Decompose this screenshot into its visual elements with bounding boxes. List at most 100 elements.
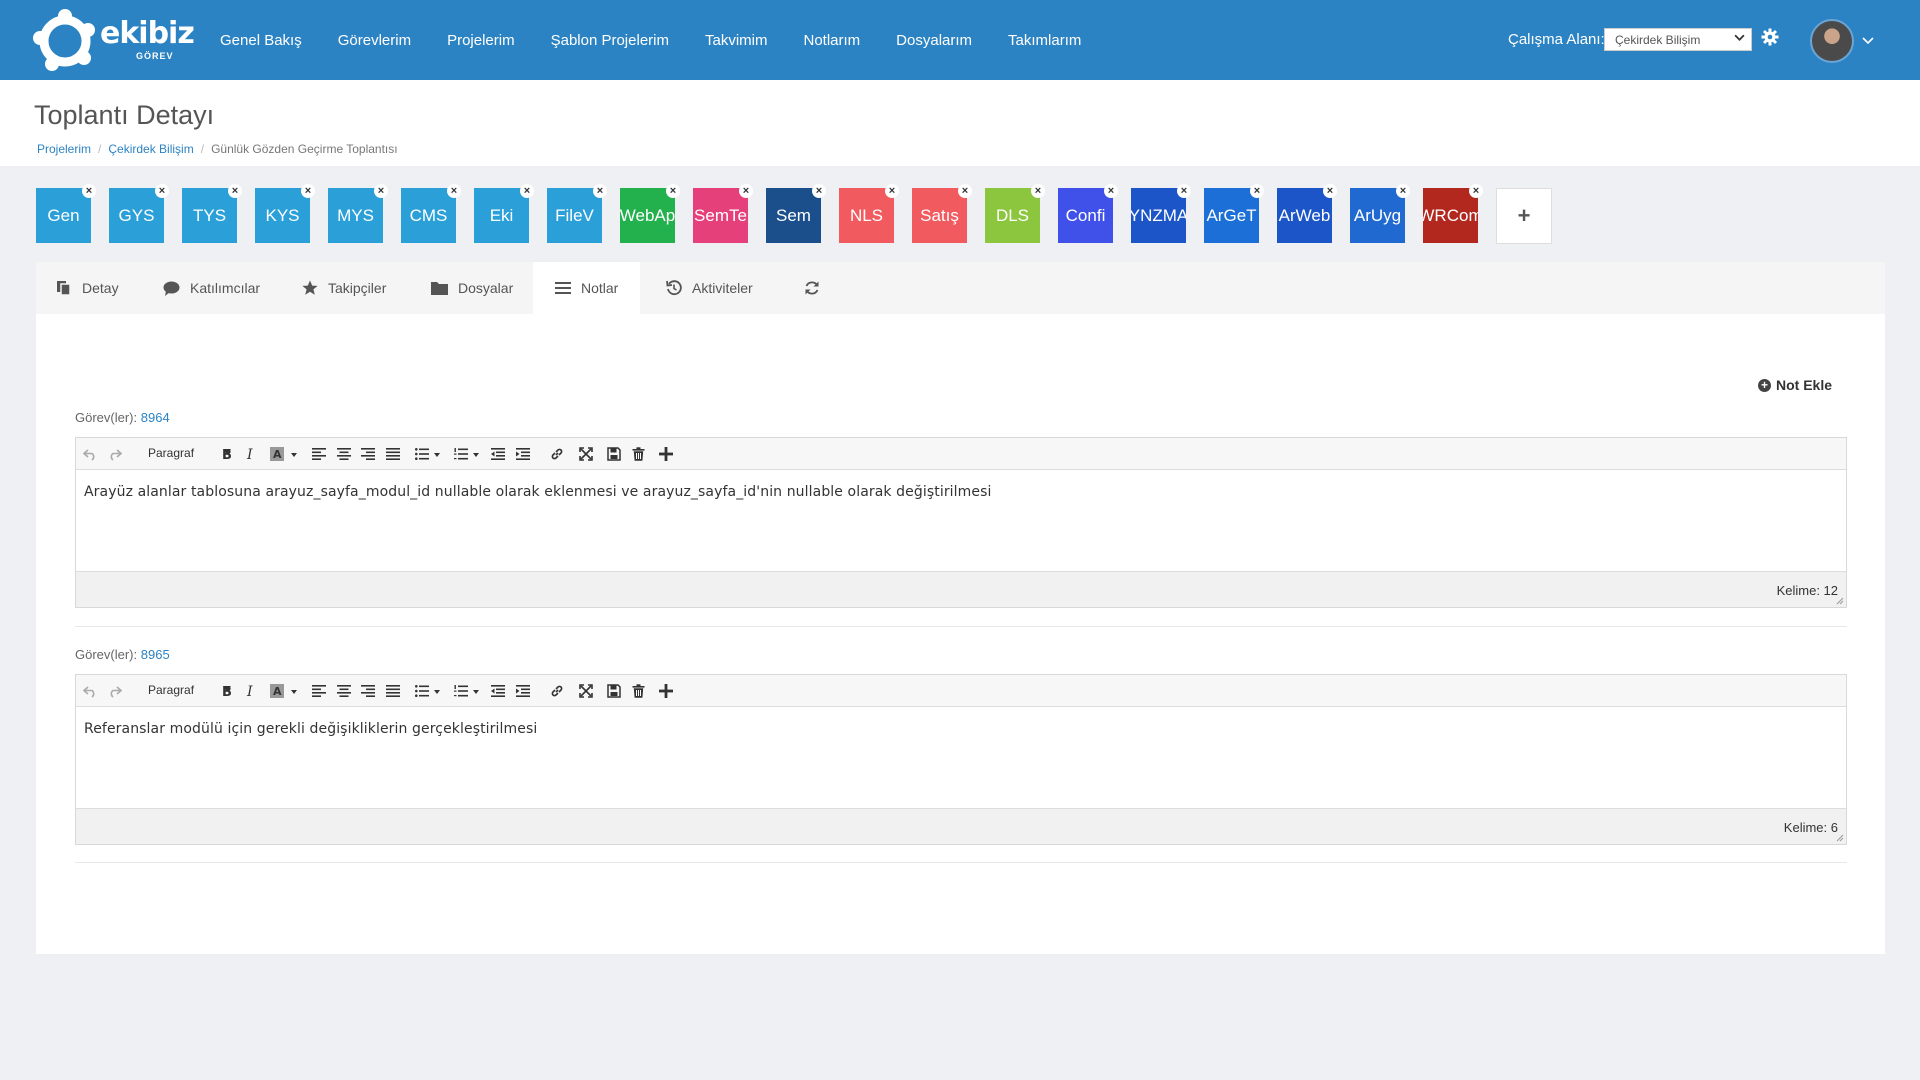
chevron-down-icon[interactable] bbox=[434, 453, 440, 457]
project-tile[interactable]: MYS bbox=[328, 188, 383, 243]
italic-icon[interactable]: I bbox=[242, 445, 260, 463]
brand-logo[interactable]: ekibiz GÖREV bbox=[32, 6, 195, 74]
tile-close-icon[interactable]: × bbox=[593, 184, 607, 198]
nav-takimlarim[interactable]: Takımlarım bbox=[990, 32, 1099, 49]
save-icon[interactable] bbox=[605, 682, 623, 700]
tile-close-icon[interactable]: × bbox=[155, 184, 169, 198]
add-project-button[interactable]: + bbox=[1496, 188, 1552, 244]
text-color-icon[interactable]: A bbox=[268, 445, 286, 463]
trash-icon[interactable] bbox=[629, 445, 647, 463]
chevron-down-icon[interactable] bbox=[473, 690, 479, 694]
project-tile[interactable]: KYS bbox=[255, 188, 310, 243]
breadcrumb-projelerim[interactable]: Projelerim bbox=[37, 142, 91, 156]
italic-icon[interactable]: I bbox=[242, 682, 260, 700]
tab-takipciler[interactable]: Takipçiler bbox=[302, 262, 386, 314]
bold-icon[interactable]: B bbox=[218, 445, 236, 463]
resize-handle-icon[interactable] bbox=[1836, 597, 1844, 605]
project-tile[interactable]: ArGeT bbox=[1204, 188, 1259, 243]
plus-icon[interactable] bbox=[657, 445, 675, 463]
tile-close-icon[interactable]: × bbox=[666, 184, 680, 198]
bullet-list-icon[interactable] bbox=[413, 445, 431, 463]
project-tile[interactable]: TYS bbox=[182, 188, 237, 243]
tile-close-icon[interactable]: × bbox=[1177, 184, 1191, 198]
project-tile[interactable]: WRCom bbox=[1423, 188, 1478, 243]
nav-genel-bakis[interactable]: Genel Bakış bbox=[202, 32, 320, 49]
add-note-button[interactable]: + Not Ekle bbox=[1758, 377, 1832, 393]
project-tile[interactable]: DLS bbox=[985, 188, 1040, 243]
tile-close-icon[interactable]: × bbox=[1469, 184, 1483, 198]
tile-close-icon[interactable]: × bbox=[301, 184, 315, 198]
chevron-down-icon[interactable] bbox=[291, 690, 297, 694]
align-left-icon[interactable] bbox=[310, 445, 328, 463]
paragraph-format-select[interactable]: Paragraf bbox=[148, 446, 194, 460]
trash-icon[interactable] bbox=[629, 682, 647, 700]
user-avatar[interactable] bbox=[1810, 19, 1854, 63]
project-tile[interactable]: Eki bbox=[474, 188, 529, 243]
tile-close-icon[interactable]: × bbox=[1104, 184, 1118, 198]
chevron-down-icon[interactable] bbox=[291, 453, 297, 457]
nav-gorevlerim[interactable]: Görevlerim bbox=[320, 32, 429, 49]
tile-close-icon[interactable]: × bbox=[1396, 184, 1410, 198]
link-icon[interactable] bbox=[548, 682, 566, 700]
tile-close-icon[interactable]: × bbox=[520, 184, 534, 198]
align-left-icon[interactable] bbox=[310, 682, 328, 700]
tile-close-icon[interactable]: × bbox=[812, 184, 826, 198]
nav-notlarim[interactable]: Notlarım bbox=[785, 32, 878, 49]
tile-close-icon[interactable]: × bbox=[885, 184, 899, 198]
numbered-list-icon[interactable] bbox=[452, 445, 470, 463]
plus-icon[interactable] bbox=[657, 682, 675, 700]
undo-icon[interactable] bbox=[81, 682, 99, 700]
gear-icon[interactable] bbox=[1760, 27, 1780, 47]
nav-dosyalarim[interactable]: Dosyalarım bbox=[878, 32, 990, 49]
tile-close-icon[interactable]: × bbox=[447, 184, 461, 198]
fullscreen-icon[interactable] bbox=[577, 682, 595, 700]
tile-close-icon[interactable]: × bbox=[739, 184, 753, 198]
chevron-down-icon[interactable] bbox=[223, 449, 231, 454]
project-tile[interactable]: Confi bbox=[1058, 188, 1113, 243]
text-color-icon[interactable]: A bbox=[268, 682, 286, 700]
paragraph-format-select[interactable]: Paragraf bbox=[148, 683, 194, 697]
tile-close-icon[interactable]: × bbox=[1031, 184, 1045, 198]
nav-projelerim[interactable]: Projelerim bbox=[429, 32, 533, 49]
nav-sablon-projelerim[interactable]: Şablon Projelerim bbox=[533, 32, 687, 49]
align-center-icon[interactable] bbox=[335, 445, 353, 463]
project-tile[interactable]: WebAp bbox=[620, 188, 675, 243]
outdent-icon[interactable] bbox=[489, 682, 507, 700]
project-tile[interactable]: Sem bbox=[766, 188, 821, 243]
redo-icon[interactable] bbox=[106, 682, 124, 700]
tile-close-icon[interactable]: × bbox=[1250, 184, 1264, 198]
redo-icon[interactable] bbox=[106, 445, 124, 463]
project-tile[interactable]: FileV bbox=[547, 188, 602, 243]
tab-dosyalar[interactable]: Dosyalar bbox=[431, 262, 513, 314]
chevron-down-icon[interactable] bbox=[223, 686, 231, 691]
align-right-icon[interactable] bbox=[359, 682, 377, 700]
chevron-down-icon[interactable] bbox=[1862, 34, 1874, 46]
align-justify-icon[interactable] bbox=[384, 445, 402, 463]
tab-refresh[interactable] bbox=[804, 262, 830, 314]
tile-close-icon[interactable]: × bbox=[374, 184, 388, 198]
tab-aktiviteler[interactable]: Aktiviteler bbox=[666, 262, 753, 314]
project-tile[interactable]: ArWeb bbox=[1277, 188, 1332, 243]
nav-takvimim[interactable]: Takvimim bbox=[687, 32, 786, 49]
outdent-icon[interactable] bbox=[489, 445, 507, 463]
fullscreen-icon[interactable] bbox=[577, 445, 595, 463]
undo-icon[interactable] bbox=[81, 445, 99, 463]
align-justify-icon[interactable] bbox=[384, 682, 402, 700]
align-right-icon[interactable] bbox=[359, 445, 377, 463]
tile-close-icon[interactable]: × bbox=[958, 184, 972, 198]
project-tile[interactable]: Gen bbox=[36, 188, 91, 243]
project-tile[interactable]: GYS bbox=[109, 188, 164, 243]
chevron-down-icon[interactable] bbox=[434, 690, 440, 694]
task-link[interactable]: 8964 bbox=[141, 410, 170, 425]
project-tile[interactable]: CMS bbox=[401, 188, 456, 243]
chevron-down-icon[interactable] bbox=[473, 453, 479, 457]
note-content[interactable]: Arayüz alanlar tablosuna arayuz_sayfa_mo… bbox=[76, 470, 1846, 571]
project-tile[interactable]: NLS bbox=[839, 188, 894, 243]
project-tile[interactable]: ArUyg bbox=[1350, 188, 1405, 243]
tile-close-icon[interactable]: × bbox=[228, 184, 242, 198]
link-icon[interactable] bbox=[548, 445, 566, 463]
resize-handle-icon[interactable] bbox=[1836, 834, 1844, 842]
tab-katilimcilar[interactable]: Katılımcılar bbox=[163, 262, 260, 314]
tile-close-icon[interactable]: × bbox=[82, 184, 96, 198]
workspace-select[interactable]: Çekirdek Bilişim bbox=[1604, 28, 1752, 51]
